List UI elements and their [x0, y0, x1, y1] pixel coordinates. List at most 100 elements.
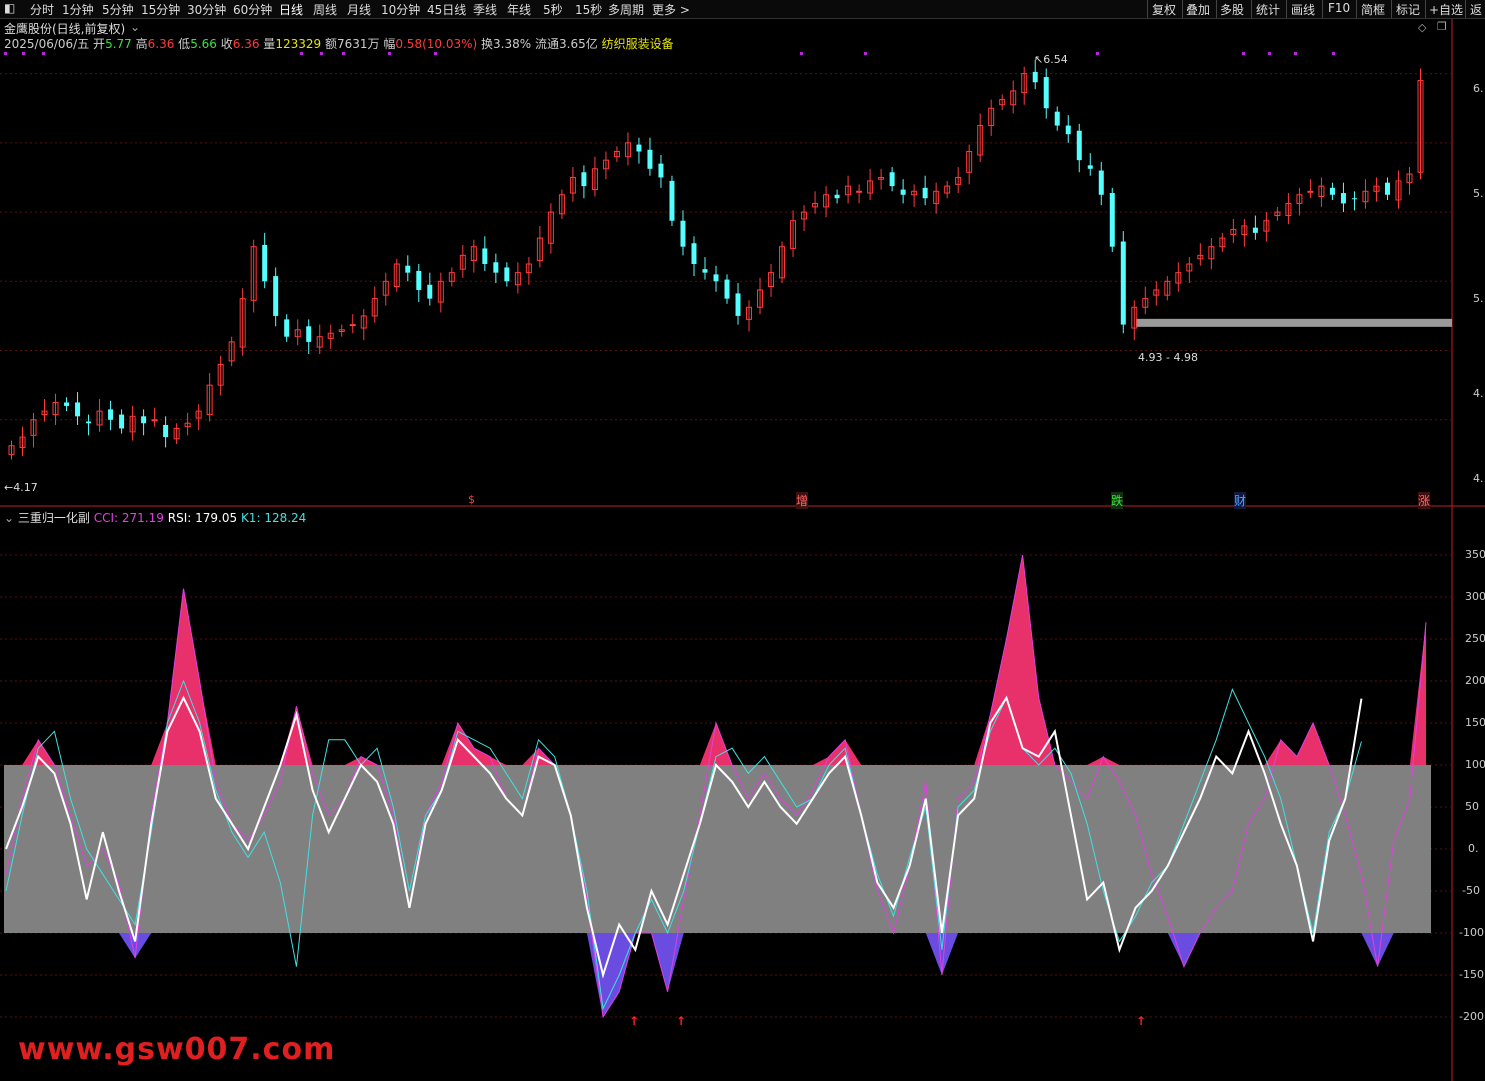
candle-body-down	[900, 189, 906, 195]
price-axis-label: 4.	[1473, 472, 1484, 485]
signal-dot	[342, 52, 345, 55]
candle-body-down	[1032, 71, 1038, 83]
overbought-fill	[22, 555, 1427, 765]
candle-body-down	[669, 180, 675, 221]
period-tab-45day[interactable]: 45日线	[427, 1, 466, 18]
normal-range-band	[4, 765, 1431, 933]
toolbar-divider	[1147, 0, 1148, 18]
signal-dot	[320, 52, 323, 55]
period-tab-1min[interactable]: 1分钟	[62, 1, 94, 18]
period-tab-monthly[interactable]: 月线	[347, 1, 371, 18]
candle-body-down	[1340, 193, 1346, 204]
candle-body-down	[1054, 111, 1060, 126]
restore-rights-button[interactable]: 复权	[1152, 1, 1176, 18]
period-tab-multi[interactable]: 多周期	[608, 1, 644, 18]
period-tab-15min[interactable]: 15分钟	[141, 1, 180, 18]
low-price-value: 4.17	[13, 481, 38, 494]
period-tab-60min[interactable]: 60分钟	[233, 1, 272, 18]
signal-dot	[864, 52, 867, 55]
signal-dot	[1096, 52, 1099, 55]
low-price-marker: ←4.17	[4, 481, 38, 494]
candle-body-down	[86, 421, 92, 424]
indicator-axis-label: 0.	[1468, 842, 1479, 855]
signal-dot	[1268, 52, 1271, 55]
event-marker-dollar[interactable]: $	[468, 493, 475, 506]
candle-body-down	[889, 172, 895, 187]
period-tab-daily[interactable]: 日线	[279, 1, 303, 18]
overlay-button[interactable]: 叠加	[1186, 1, 1210, 18]
indicator-axis-label: 50	[1465, 800, 1479, 813]
candle-body-down	[581, 172, 587, 187]
toolbar-divider	[1182, 0, 1183, 18]
candle-body-down	[163, 424, 169, 438]
period-tab-quarter[interactable]: 季线	[473, 1, 497, 18]
price-axis-label: 5.	[1473, 292, 1484, 305]
candle-body-down	[1252, 227, 1258, 233]
candle-body-up	[349, 324, 356, 327]
candle-body-down	[1329, 187, 1335, 195]
candle-body-down	[262, 244, 268, 282]
toolbar-divider	[1322, 0, 1323, 18]
watermark: www.gsw007.com	[18, 1032, 336, 1067]
buy-signal-arrow-icon: ↑	[1136, 1014, 1147, 1028]
period-tab-5sec[interactable]: 5秒	[543, 1, 563, 18]
candle-body-down	[658, 163, 664, 178]
candle-body-down	[702, 269, 708, 273]
period-tab-5min[interactable]: 5分钟	[102, 1, 134, 18]
candle-body-up	[1307, 190, 1314, 193]
period-tab-tick[interactable]: 分时	[30, 1, 54, 18]
layout-toggle-icon[interactable]: ◧	[4, 1, 15, 15]
candle-body-down	[636, 144, 642, 152]
candle-body-down	[141, 416, 147, 424]
candle-body-down	[834, 194, 840, 199]
candle-body-down	[1098, 170, 1104, 195]
back-button[interactable]: 返	[1470, 1, 1482, 18]
candle-body-down	[1351, 198, 1357, 200]
candle-body-down	[735, 293, 741, 316]
signal-dot	[42, 52, 45, 55]
signal-dot	[434, 52, 437, 55]
candle-body-down	[691, 243, 697, 264]
add-watchlist-button[interactable]: +自选	[1429, 1, 1463, 18]
toolbar-divider	[1465, 0, 1466, 18]
period-tab-30min[interactable]: 30分钟	[187, 1, 226, 18]
period-tab-15sec[interactable]: 15秒	[575, 1, 602, 18]
candle-body-down	[713, 274, 719, 282]
signal-dot	[388, 52, 391, 55]
support-zone-label: 4.93 - 4.98	[1138, 351, 1198, 364]
candle-body-down	[680, 220, 686, 247]
simple-frame-button[interactable]: 简框	[1361, 1, 1385, 18]
multi-stock-button[interactable]: 多股	[1220, 1, 1244, 18]
signal-dot	[800, 52, 803, 55]
toolbar-divider	[1356, 0, 1357, 18]
candle-body-down	[416, 270, 422, 290]
period-tab-year[interactable]: 年线	[507, 1, 531, 18]
drawing-button[interactable]: 画线	[1291, 1, 1315, 18]
period-tab-weekly[interactable]: 周线	[313, 1, 337, 18]
candle-body-down	[75, 402, 81, 417]
signal-dot	[22, 52, 25, 55]
indicator-axis-label: 350	[1465, 548, 1485, 561]
toolbar-divider	[1251, 0, 1252, 18]
signal-dot	[300, 52, 303, 55]
period-tab-more[interactable]: 更多 >	[652, 1, 690, 18]
indicator-axis-label: -100	[1459, 926, 1484, 939]
indicator-axis-label: -50	[1462, 884, 1480, 897]
signal-dot	[1294, 52, 1297, 55]
indicator-axis-label: 150	[1465, 716, 1485, 729]
indicator-chart[interactable]	[0, 507, 1485, 1081]
candle-body-down	[405, 265, 411, 273]
f10-button[interactable]: F10	[1328, 1, 1350, 15]
candle-body-down	[1087, 165, 1093, 169]
signal-dot	[4, 52, 7, 55]
candle-body-down	[922, 187, 928, 199]
candle-body-down	[1109, 193, 1115, 247]
statistics-button[interactable]: 统计	[1256, 1, 1280, 18]
period-tab-10min[interactable]: 10分钟	[381, 1, 420, 18]
price-axis-label: 5.	[1473, 187, 1484, 200]
candle-body-down	[1120, 241, 1126, 325]
toolbar-divider	[1391, 0, 1392, 18]
mark-button[interactable]: 标记	[1396, 1, 1420, 18]
candlestick-chart[interactable]	[0, 19, 1485, 507]
candle-body-down	[647, 149, 653, 169]
